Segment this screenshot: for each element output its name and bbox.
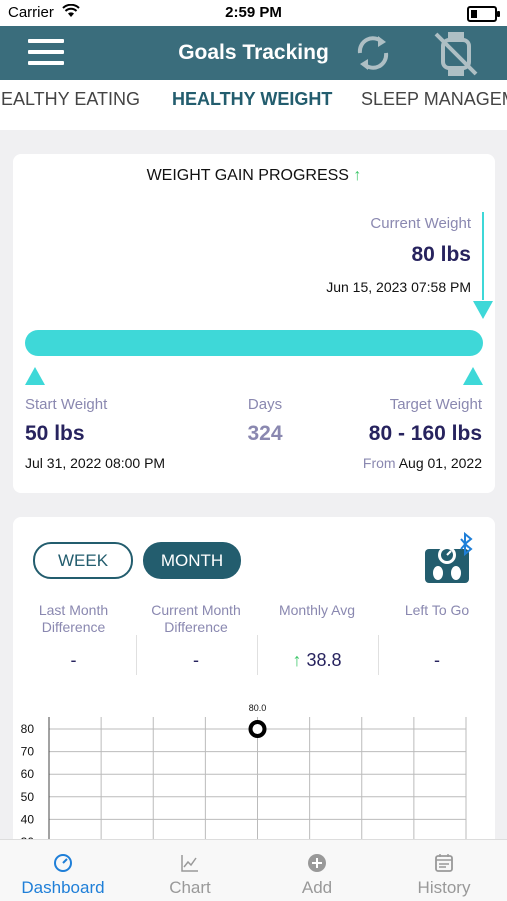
stat-label: Current Month Difference bbox=[151, 602, 241, 635]
up-arrow-icon: ↑ bbox=[292, 650, 302, 670]
page-title: Goals Tracking bbox=[178, 41, 329, 64]
tab-history[interactable]: History bbox=[381, 840, 507, 901]
nav-bar: Goals Tracking bbox=[0, 26, 507, 80]
watch-disconnected-icon[interactable] bbox=[432, 30, 480, 78]
clock: 2:59 PM bbox=[225, 4, 282, 21]
target-from-label: From bbox=[362, 455, 396, 471]
current-weight-label: Current Weight bbox=[370, 215, 471, 232]
up-arrow-icon: ↑ bbox=[353, 167, 362, 184]
dashboard-icon bbox=[54, 854, 72, 872]
progress-bar bbox=[25, 330, 483, 356]
stat-current-month-difference: Current Month Difference - bbox=[137, 602, 255, 670]
y-tick-label: 70 bbox=[21, 745, 35, 759]
tab-healthy-eating[interactable]: HEALTHY EATING bbox=[0, 89, 140, 110]
tab-label: History bbox=[417, 878, 471, 897]
y-tick-label: 50 bbox=[21, 790, 35, 804]
y-tick-label: 40 bbox=[21, 812, 35, 826]
y-tick-label: 60 bbox=[21, 767, 35, 781]
stat-value-row: ↑ 38.8 bbox=[258, 650, 376, 671]
current-weight-date: Jun 15, 2023 07:58 PM bbox=[326, 279, 471, 295]
tab-dashboard[interactable]: Dashboard bbox=[0, 840, 126, 901]
history-icon bbox=[435, 854, 453, 872]
tab-healthy-weight[interactable]: HEALTHY WEIGHT bbox=[172, 89, 332, 110]
current-marker-icon bbox=[473, 301, 493, 319]
chart-icon bbox=[181, 855, 198, 872]
stat-value: - bbox=[434, 650, 440, 670]
tab-sleep-management[interactable]: SLEEP MANAGEMENT bbox=[361, 89, 507, 110]
tab-label: Add bbox=[301, 878, 333, 897]
stat-label: Left To Go bbox=[404, 602, 470, 618]
bottom-tab-bar: Dashboard Chart Add History bbox=[0, 839, 507, 901]
tab-chart[interactable]: Chart bbox=[127, 840, 253, 901]
stat-monthly-avg: Monthly Avg ↑ 38.8 bbox=[258, 602, 376, 670]
target-weight-label: Target Weight bbox=[389, 396, 482, 413]
tab-label: Chart bbox=[169, 878, 211, 897]
progress-card: WEIGHT GAIN PROGRESS ↑ Current Weight 80… bbox=[13, 154, 495, 493]
target-weight-date-row: From Aug 01, 2022 bbox=[363, 455, 482, 471]
category-tabs: HEALTHY EATING HEALTHY WEIGHT SLEEP MANA… bbox=[0, 80, 507, 130]
stat-last-month-difference: Last Month Difference - bbox=[13, 602, 134, 670]
stat-value: - bbox=[193, 650, 199, 670]
data-point bbox=[248, 720, 267, 738]
add-icon bbox=[308, 854, 326, 872]
tab-add[interactable]: Add bbox=[254, 840, 380, 901]
data-label: 80.0 bbox=[249, 703, 267, 713]
bluetooth-scale-icon[interactable] bbox=[421, 531, 477, 585]
weight-chart: 30405060708080.0 bbox=[21, 703, 467, 847]
progress-title-text: WEIGHT GAIN PROGRESS bbox=[146, 167, 349, 184]
current-marker-line bbox=[482, 212, 484, 300]
week-button[interactable]: WEEK bbox=[33, 542, 133, 579]
target-marker-icon bbox=[463, 367, 483, 385]
sync-icon[interactable] bbox=[352, 30, 394, 76]
stat-left-to-go: Left To Go - bbox=[379, 602, 495, 670]
month-button[interactable]: MONTH bbox=[143, 542, 241, 579]
current-weight-value: 80 lbs bbox=[411, 243, 471, 266]
start-marker-icon bbox=[25, 367, 45, 385]
y-tick-label: 80 bbox=[21, 722, 35, 736]
stat-label: Monthly Avg bbox=[278, 602, 355, 618]
monthly-card: WEEK MONTH Last Month Difference - Curre… bbox=[13, 517, 495, 847]
status-bar: Carrier 2:59 PM bbox=[0, 0, 507, 26]
progress-title: WEIGHT GAIN PROGRESS ↑ bbox=[13, 167, 495, 185]
stat-value: - bbox=[70, 650, 77, 670]
start-weight-date: Jul 31, 2022 08:00 PM bbox=[25, 455, 166, 471]
target-weight-value: 80 - 160 lbs bbox=[368, 422, 482, 445]
stat-value: 38.8 bbox=[306, 650, 342, 670]
stat-label: Last Month Difference bbox=[38, 602, 109, 635]
target-weight-date: Aug 01, 2022 bbox=[398, 455, 482, 471]
tab-label: Dashboard bbox=[21, 878, 105, 897]
battery-icon bbox=[467, 6, 500, 22]
